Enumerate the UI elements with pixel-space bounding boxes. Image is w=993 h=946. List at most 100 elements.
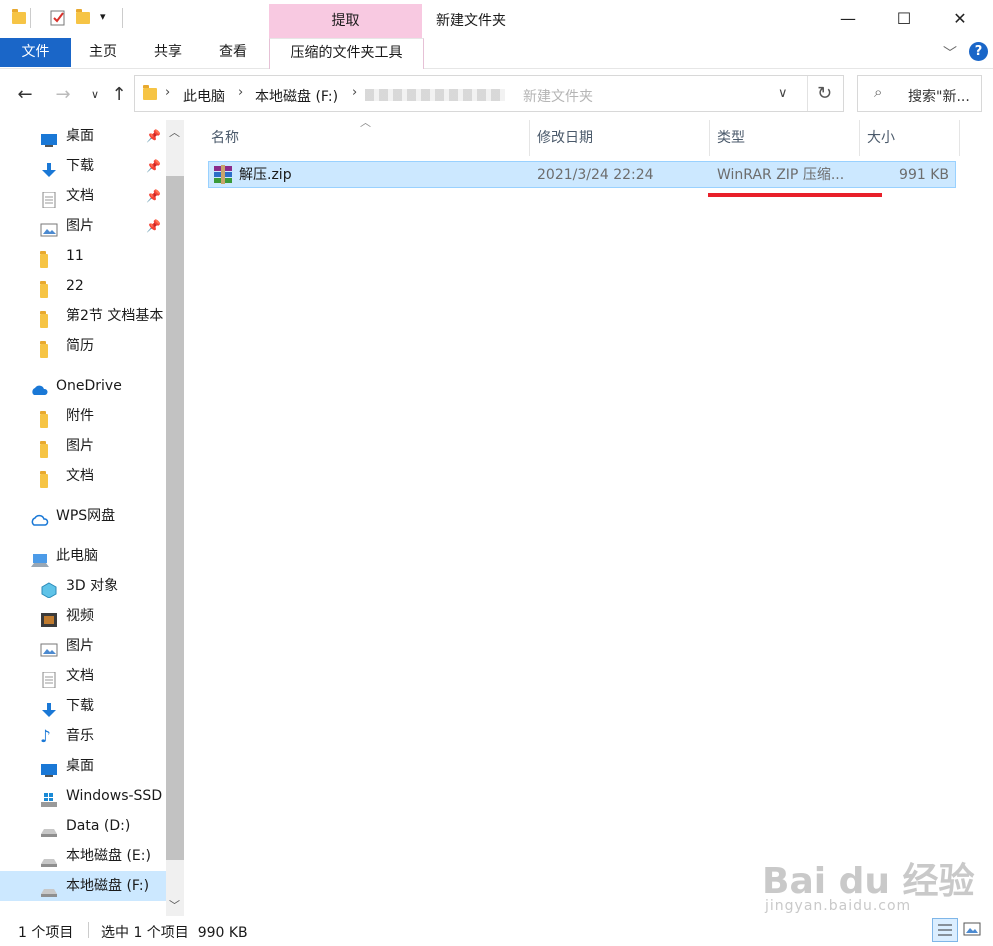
sidebar-item-label: 桌面 <box>66 128 94 144</box>
sidebar-item-folder-section2[interactable]: 第2节 文档基本 <box>0 301 166 331</box>
folder-icon <box>40 279 58 298</box>
sidebar-item-downloads[interactable]: 下载 📌 <box>0 151 166 181</box>
divider <box>88 922 89 938</box>
scroll-up-chevron-icon[interactable]: ︿ <box>169 124 180 140</box>
properties-icon[interactable] <box>49 9 67 27</box>
column-divider[interactable] <box>529 120 530 156</box>
desktop-icon <box>40 759 58 777</box>
address-dropdown-chevron-icon[interactable]: ∨ <box>778 86 788 101</box>
sidebar-item-label: 下载 <box>66 698 94 714</box>
forward-icon[interactable]: → <box>52 84 74 106</box>
file-name[interactable]: 解压.zip <box>239 162 292 188</box>
sidebar-item-pc-documents[interactable]: 文档 <box>0 661 166 691</box>
sidebar-item-pc-downloads[interactable]: 下载 <box>0 691 166 721</box>
sidebar-item-videos[interactable]: 视频 <box>0 601 166 631</box>
folder-icon <box>40 439 58 458</box>
sidebar-item-label: 简历 <box>66 338 94 354</box>
recent-locations-chevron-icon[interactable]: ∨ <box>84 84 106 106</box>
breadcrumb-drive-f[interactable]: 本地磁盘 (F:) <box>255 86 338 106</box>
tab-home[interactable]: 主页 <box>80 38 126 67</box>
sidebar-item-music[interactable]: ♪ 音乐 <box>0 721 166 751</box>
breadcrumb-chevron-icon[interactable]: › <box>165 85 170 100</box>
sidebar-item-label: 3D 对象 <box>66 578 119 594</box>
desktop-icon <box>40 129 58 147</box>
column-header-modified[interactable]: 修改日期 <box>537 120 593 156</box>
pin-icon[interactable]: 📌 <box>146 211 161 241</box>
expand-ribbon-chevron-icon[interactable]: ﹀ <box>943 43 957 63</box>
column-divider[interactable] <box>959 120 960 156</box>
sidebar-item-pc-desktop[interactable]: 桌面 <box>0 751 166 781</box>
sidebar-item-3d-objects[interactable]: 3D 对象 <box>0 571 166 601</box>
sidebar-item-desktop[interactable]: 桌面 📌 <box>0 121 166 151</box>
column-divider[interactable] <box>859 120 860 156</box>
column-header-name[interactable]: 名称 <box>211 120 239 156</box>
tab-share[interactable]: 共享 <box>145 38 191 67</box>
divider <box>122 8 123 28</box>
sidebar-item-folder-11[interactable]: 11 <box>0 241 166 271</box>
sidebar-scrollbar-thumb[interactable] <box>166 176 184 860</box>
pin-icon[interactable]: 📌 <box>146 121 161 151</box>
sidebar-item-wps-drive[interactable]: WPS网盘 <box>0 501 166 531</box>
baidu-watermark-logo: Bai du 经验 <box>762 861 975 902</box>
table-row[interactable]: 解压.zip 2021/3/24 22:24 WinRAR ZIP 压缩... … <box>208 161 956 188</box>
search-box[interactable]: ⌕ 搜索"新... <box>857 75 982 112</box>
details-view-icon[interactable] <box>932 918 958 942</box>
search-icon: ⌕ <box>874 83 883 101</box>
sidebar-item-label: 文档 <box>66 468 94 484</box>
up-icon[interactable]: ↑ <box>108 84 130 106</box>
pin-icon[interactable]: 📌 <box>146 151 161 181</box>
help-icon[interactable]: ? <box>969 42 988 61</box>
sidebar-item-label: 下载 <box>66 158 94 174</box>
sidebar-item-windows-ssd[interactable]: Windows-SSD <box>0 781 166 811</box>
music-icon: ♪ <box>40 727 51 747</box>
minimize-button[interactable]: — <box>820 0 876 38</box>
download-icon <box>40 159 58 177</box>
sidebar-item-this-pc[interactable]: 此电脑 <box>0 541 166 571</box>
address-bar[interactable]: › 此电脑 › 本地磁盘 (F:) › 新建文件夹 ∨ ↻ <box>134 75 844 112</box>
sidebar-item-onedrive-documents[interactable]: 文档 <box>0 461 166 491</box>
context-tab-extract[interactable]: 提取 <box>269 4 422 38</box>
sidebar-item-label: 此电脑 <box>56 548 98 564</box>
sidebar-item-local-e[interactable]: 本地磁盘 (E:) <box>0 841 166 871</box>
sidebar-item-data-d[interactable]: Data (D:) <box>0 811 166 841</box>
search-input[interactable]: 搜索"新... <box>908 86 970 106</box>
computer-icon <box>30 549 49 567</box>
new-folder-icon[interactable] <box>76 9 94 27</box>
sidebar-item-onedrive-pictures[interactable]: 图片 <box>0 431 166 461</box>
tab-compressed-folder-tools[interactable]: 压缩的文件夹工具 <box>269 38 424 69</box>
document-icon <box>40 189 58 209</box>
refresh-icon[interactable]: ↻ <box>817 83 832 104</box>
breadcrumb-current-folder[interactable]: 新建文件夹 <box>523 86 593 106</box>
sidebar-item-documents[interactable]: 文档 📌 <box>0 181 166 211</box>
highlight-underline <box>708 193 882 197</box>
column-header-type[interactable]: 类型 <box>717 120 745 156</box>
picture-icon <box>40 639 58 657</box>
large-icons-view-icon[interactable] <box>962 919 982 943</box>
pin-icon[interactable]: 📌 <box>146 181 161 211</box>
video-icon <box>40 609 58 627</box>
column-header-size[interactable]: 大小 <box>867 120 895 156</box>
column-divider[interactable] <box>709 120 710 156</box>
file-modified: 2021/3/24 22:24 <box>537 167 654 183</box>
sidebar-item-folder-22[interactable]: 22 <box>0 271 166 301</box>
sidebar-item-pc-pictures[interactable]: 图片 <box>0 631 166 661</box>
scroll-down-chevron-icon[interactable]: ﹀ <box>169 897 180 913</box>
tab-file[interactable]: 文件 <box>0 38 71 67</box>
status-item-count: 1 个项目 <box>18 925 74 941</box>
customize-toolbar-chevron-icon[interactable]: ▾ <box>100 10 106 23</box>
maximize-button[interactable]: ☐ <box>876 0 932 38</box>
breadcrumb-chevron-icon[interactable]: › <box>238 85 243 100</box>
sidebar-item-pictures[interactable]: 图片 📌 <box>0 211 166 241</box>
sort-ascending-icon: ︿ <box>360 116 371 129</box>
back-icon[interactable]: ← <box>14 84 36 106</box>
sidebar-item-attachments[interactable]: 附件 <box>0 401 166 431</box>
sidebar-item-folder-resume[interactable]: 简历 <box>0 331 166 361</box>
breadcrumb-chevron-icon[interactable]: › <box>352 85 357 100</box>
tab-view[interactable]: 查看 <box>210 38 256 67</box>
document-icon <box>40 669 58 689</box>
close-button[interactable]: ✕ <box>932 0 988 38</box>
breadcrumb-this-pc[interactable]: 此电脑 <box>183 86 225 106</box>
sidebar-item-local-f[interactable]: 本地磁盘 (F:) <box>0 871 166 901</box>
sidebar-item-onedrive[interactable]: OneDrive <box>0 371 166 401</box>
windows-drive-icon <box>40 789 58 807</box>
